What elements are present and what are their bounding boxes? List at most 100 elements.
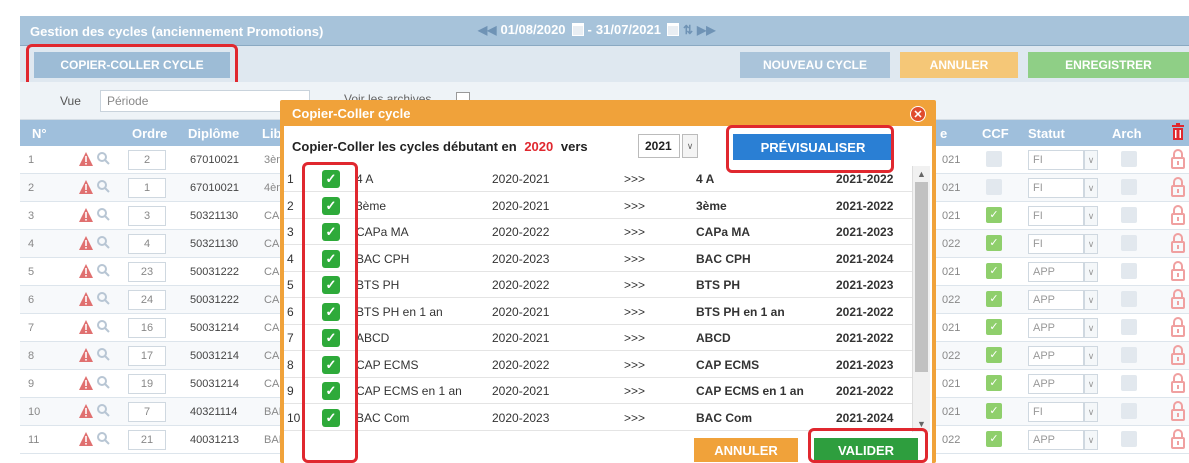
archive-checkbox[interactable] <box>1121 207 1137 223</box>
chevron-down-icon[interactable]: ∨ <box>1084 318 1098 338</box>
scroll-up-icon[interactable]: ▲ <box>913 166 930 182</box>
trash-icon[interactable] <box>1170 123 1186 141</box>
magnifier-icon[interactable] <box>96 151 110 165</box>
ccf-checkbox[interactable] <box>986 179 1002 195</box>
status-select[interactable]: APP <box>1028 262 1084 282</box>
lock-icon[interactable] <box>1170 401 1186 421</box>
warning-icon[interactable] <box>78 431 94 447</box>
lock-icon[interactable] <box>1170 261 1186 281</box>
scroll-down-icon[interactable]: ▼ <box>913 416 930 432</box>
lock-icon[interactable] <box>1170 177 1186 197</box>
copy-paste-cycle-button[interactable]: COPIER-COLLER CYCLE <box>34 52 230 78</box>
status-select[interactable]: APP <box>1028 290 1084 310</box>
ccf-checkbox[interactable]: ✓ <box>986 431 1002 447</box>
archive-checkbox[interactable] <box>1121 431 1137 447</box>
warning-icon[interactable] <box>78 347 94 363</box>
archive-checkbox[interactable] <box>1121 179 1137 195</box>
archive-checkbox[interactable] <box>1121 347 1137 363</box>
status-select[interactable]: APP <box>1028 374 1084 394</box>
warning-icon[interactable] <box>78 375 94 391</box>
chevron-down-icon[interactable]: ∨ <box>1084 150 1098 170</box>
magnifier-icon[interactable] <box>96 375 110 389</box>
order-input[interactable]: 2 <box>128 150 166 170</box>
lock-icon[interactable] <box>1170 205 1186 225</box>
cycle-checkbox[interactable]: ✓ <box>322 249 340 268</box>
col-diplome[interactable]: Diplôme <box>188 126 239 141</box>
chevron-down-icon[interactable]: ∨ <box>1084 234 1098 254</box>
magnifier-icon[interactable] <box>96 403 110 417</box>
target-year-select[interactable]: 2021 <box>638 134 680 158</box>
ccf-checkbox[interactable]: ✓ <box>986 263 1002 279</box>
ccf-checkbox[interactable]: ✓ <box>986 207 1002 223</box>
magnifier-icon[interactable] <box>96 431 110 445</box>
warning-icon[interactable] <box>78 179 94 195</box>
col-ccf[interactable]: CCF <box>982 126 1009 141</box>
archive-checkbox[interactable] <box>1121 375 1137 391</box>
lock-icon[interactable] <box>1170 429 1186 449</box>
warning-icon[interactable] <box>78 319 94 335</box>
cycle-checkbox[interactable]: ✓ <box>322 196 340 215</box>
warning-icon[interactable] <box>78 151 94 167</box>
preview-button[interactable]: PRÉVISUALISER <box>733 134 893 160</box>
warning-icon[interactable] <box>78 291 94 307</box>
cycle-checkbox[interactable]: ✓ <box>322 302 340 321</box>
order-input[interactable]: 7 <box>128 402 166 422</box>
warning-icon[interactable] <box>78 263 94 279</box>
order-input[interactable]: 23 <box>128 262 166 282</box>
warning-icon[interactable] <box>78 235 94 251</box>
ccf-checkbox[interactable]: ✓ <box>986 403 1002 419</box>
magnifier-icon[interactable] <box>96 319 110 333</box>
ccf-checkbox[interactable]: ✓ <box>986 375 1002 391</box>
cycle-row[interactable]: 3 ✓ CAPa MA 2020-2022 >>> CAPa MA 2021-2023 <box>284 219 912 245</box>
cycle-row[interactable]: 10 ✓ BAC Com 2020-2023 >>> BAC Com 2021-2024 <box>284 405 912 431</box>
list-scrollbar[interactable]: ▲ ▼ <box>912 166 930 432</box>
cycle-row[interactable]: 5 ✓ BTS PH 2020-2022 >>> BTS PH 2021-2023 <box>284 272 912 298</box>
cycle-row[interactable]: 7 ✓ ABCD 2020-2021 >>> ABCD 2021-2022 <box>284 325 912 351</box>
chevron-down-icon[interactable]: ∨ <box>1084 290 1098 310</box>
status-select[interactable]: FI <box>1028 402 1084 422</box>
chevron-down-icon[interactable]: ∨ <box>1084 374 1098 394</box>
cycle-checkbox[interactable]: ✓ <box>322 408 340 427</box>
lock-icon[interactable] <box>1170 317 1186 337</box>
order-input[interactable]: 24 <box>128 290 166 310</box>
status-select[interactable]: APP <box>1028 346 1084 366</box>
lock-icon[interactable] <box>1170 373 1186 393</box>
col-arch[interactable]: Arch <box>1112 126 1142 141</box>
order-input[interactable]: 16 <box>128 318 166 338</box>
ccf-checkbox[interactable]: ✓ <box>986 291 1002 307</box>
status-select[interactable]: APP <box>1028 430 1084 450</box>
magnifier-icon[interactable] <box>96 179 110 193</box>
view-select[interactable]: Période <box>100 90 310 112</box>
status-select[interactable]: APP <box>1028 318 1084 338</box>
ccf-checkbox[interactable]: ✓ <box>986 319 1002 335</box>
cycle-row[interactable]: 8 ✓ CAP ECMS 2020-2022 >>> CAP ECMS 2021-2023 <box>284 352 912 378</box>
chevron-down-icon[interactable]: ∨ <box>1084 430 1098 450</box>
lock-icon[interactable] <box>1170 345 1186 365</box>
cycle-checkbox[interactable]: ✓ <box>322 223 340 241</box>
cycle-row[interactable]: 2 ✓ 3ème 2020-2021 >>> 3ème 2021-2022 <box>284 193 912 219</box>
col-statut[interactable]: Statut <box>1028 126 1065 141</box>
status-select[interactable]: FI <box>1028 234 1084 254</box>
magnifier-icon[interactable] <box>96 347 110 361</box>
archive-checkbox[interactable] <box>1121 319 1137 335</box>
chevron-down-icon[interactable]: ∨ <box>1084 402 1098 422</box>
order-input[interactable]: 1 <box>128 178 166 198</box>
ccf-checkbox[interactable]: ✓ <box>986 347 1002 363</box>
modal-cancel-button[interactable]: ANNULER <box>694 438 798 462</box>
chevron-down-icon[interactable]: ∨ <box>1084 206 1098 226</box>
col-ordre[interactable]: Ordre <box>132 126 167 141</box>
warning-icon[interactable] <box>78 207 94 223</box>
warning-icon[interactable] <box>78 403 94 419</box>
new-cycle-button[interactable]: NOUVEAU CYCLE <box>740 52 890 78</box>
archive-checkbox[interactable] <box>1121 263 1137 279</box>
archive-checkbox[interactable] <box>1121 151 1137 167</box>
archive-checkbox[interactable] <box>1121 235 1137 251</box>
save-button[interactable]: ENREGISTRER <box>1028 52 1189 78</box>
close-icon[interactable]: ✕ <box>910 106 926 122</box>
order-input[interactable]: 17 <box>128 346 166 366</box>
magnifier-icon[interactable] <box>96 235 110 249</box>
magnifier-icon[interactable] <box>96 207 110 221</box>
prev-period-icon[interactable]: ◀◀ <box>478 23 496 37</box>
cancel-button[interactable]: ANNULER <box>900 52 1018 78</box>
col-num[interactable]: N° <box>32 126 47 141</box>
